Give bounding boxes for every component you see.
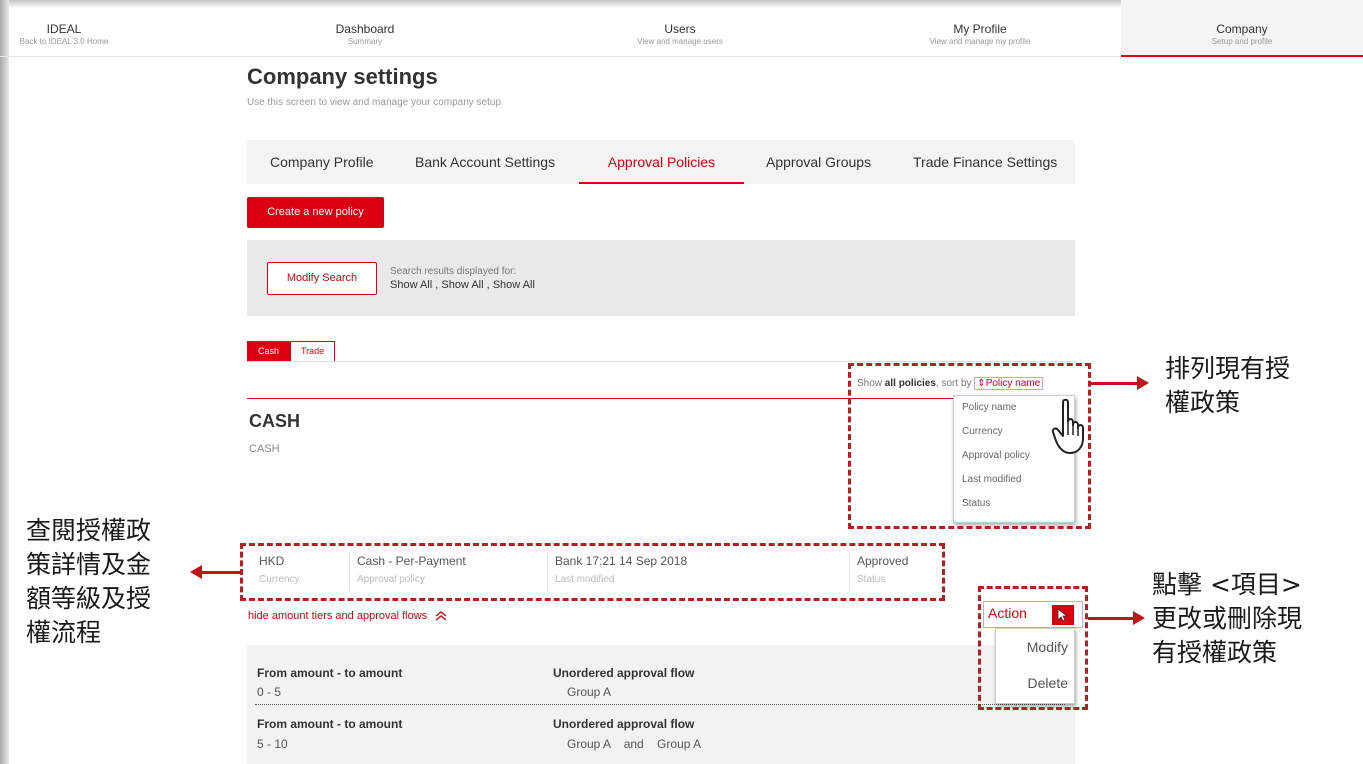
- tab-bank-account-settings[interactable]: Bank Account Settings: [415, 140, 555, 184]
- search-summary-panel: Modify Search Search results displayed f…: [247, 240, 1075, 316]
- nav-subtitle: Summary: [347, 37, 383, 46]
- divider: [247, 361, 1075, 362]
- annotation-box-sort: [848, 363, 1091, 529]
- nav-my-profile[interactable]: My Profile View and manage my profile: [905, 0, 1055, 57]
- nav-subtitle: Back to IDEAL 3.0 Home: [19, 37, 109, 46]
- annotation-arrow-line: [1091, 382, 1138, 385]
- amount-tiers-panel: From amount - to amount 0 - 5 Unordered …: [247, 645, 1075, 764]
- nav-title: Users: [664, 22, 696, 36]
- tier-flow-header: Unordered approval flow: [553, 717, 695, 731]
- annotation-line: 權政策: [1165, 388, 1241, 417]
- page-subtitle: Use this screen to view and manage your …: [247, 97, 502, 108]
- window-shadow-left: [0, 0, 9, 764]
- cash-trade-toggle: Cash Trade: [247, 341, 336, 362]
- hide-tiers-label: hide amount tiers and approval flows: [248, 610, 428, 622]
- annotation-line: 有授權政策: [1152, 638, 1278, 667]
- annotation-box-policy-row: [240, 543, 945, 601]
- nav-title: Dashboard: [335, 22, 395, 36]
- tier-amount: 0 - 5: [257, 685, 282, 699]
- search-results-label: Search results displayed for:: [390, 266, 517, 277]
- page-title: Company settings: [247, 64, 438, 89]
- nav-subtitle: View and manage my profile: [929, 37, 1031, 46]
- annotation-arrow-left-icon: [190, 565, 202, 579]
- annotation-line: 查閱授權政: [26, 516, 152, 545]
- nav-subtitle: Setup and profile: [1211, 37, 1273, 46]
- nav-company[interactable]: Company Setup and profile: [1121, 0, 1363, 57]
- annotation-action-text: 點擊 <項目> 更改或刪除現 有授權政策: [1152, 568, 1302, 670]
- modify-search-button[interactable]: Modify Search: [267, 262, 377, 295]
- nav-dashboard[interactable]: Dashboard Summary: [300, 0, 430, 57]
- tier-amount-header: From amount - to amount: [257, 666, 403, 680]
- nav-title: My Profile: [953, 22, 1007, 36]
- hide-tiers-link[interactable]: hide amount tiers and approval flows: [248, 610, 448, 622]
- create-policy-button[interactable]: Create a new policy: [247, 197, 384, 228]
- annotation-box-action: [978, 586, 1088, 710]
- annotation-line: 額等級及授: [26, 584, 152, 613]
- tier-flow-header: Unordered approval flow: [553, 666, 695, 680]
- annotation-arrow-right-icon: [1137, 376, 1149, 390]
- double-chevron-up-icon: [435, 611, 447, 621]
- tier-amount: 5 - 10: [257, 737, 288, 751]
- tier-amount-header: From amount - to amount: [257, 717, 403, 731]
- tab-company-profile[interactable]: Company Profile: [270, 140, 374, 184]
- nav-title: IDEAL: [46, 22, 82, 36]
- tab-approval-groups[interactable]: Approval Groups: [766, 140, 871, 184]
- toggle-cash[interactable]: Cash: [247, 341, 291, 362]
- settings-tab-bar: Company Profile Bank Account Settings Ap…: [247, 140, 1075, 184]
- annotation-arrow-line: [200, 571, 240, 574]
- annotation-line: 點擊 <項目>: [1152, 570, 1302, 599]
- annotation-sort-text: 排列現有授 權政策: [1165, 352, 1290, 420]
- tier-flow: Group A and Group A: [567, 737, 702, 751]
- annotation-arrow-line: [1088, 617, 1134, 620]
- tab-approval-policies[interactable]: Approval Policies: [579, 140, 744, 184]
- annotation-line: 權流程: [26, 618, 102, 647]
- annotation-line: 策詳情及金: [26, 550, 152, 579]
- tier-divider: [255, 704, 1065, 705]
- annotation-line: 排列現有授: [1165, 354, 1291, 383]
- search-results-value: Show All , Show All , Show All: [390, 279, 535, 291]
- toggle-trade[interactable]: Trade: [290, 341, 336, 362]
- annotation-view-text: 查閱授權政 策詳情及金 額等級及授 權流程: [26, 514, 151, 650]
- section-subtitle: CASH: [249, 443, 280, 455]
- tab-trade-finance-settings[interactable]: Trade Finance Settings: [913, 140, 1057, 184]
- nav-subtitle: View and manage users: [637, 37, 723, 46]
- section-title: CASH: [249, 411, 301, 431]
- annotation-line: 更改或刪除現: [1152, 604, 1303, 633]
- nav-title: Company: [1216, 22, 1268, 36]
- top-navigation: IDEAL Back to IDEAL 3.0 Home Dashboard S…: [0, 0, 1363, 57]
- nav-users[interactable]: Users View and manage users: [615, 0, 745, 57]
- annotation-arrow-right-icon: [1133, 611, 1145, 625]
- tier-flow: Group A: [567, 685, 612, 699]
- nav-ideal-home[interactable]: IDEAL Back to IDEAL 3.0 Home: [0, 0, 128, 57]
